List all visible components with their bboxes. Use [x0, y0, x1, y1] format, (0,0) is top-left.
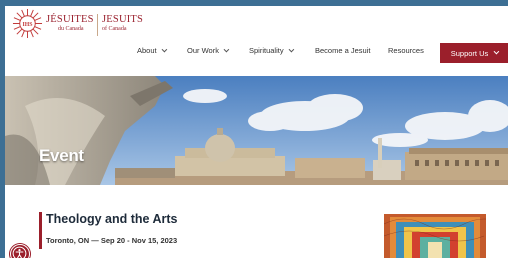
accessibility-icon	[12, 246, 27, 258]
chevron-down-icon	[223, 46, 230, 53]
chevron-down-icon	[493, 48, 500, 55]
main-nav: About Our Work Spirituality Become a Jes…	[5, 43, 508, 63]
nav-item-label: About	[137, 46, 157, 55]
hero-title: Event	[39, 146, 84, 165]
event-artwork-image	[384, 214, 486, 258]
chevron-down-icon	[161, 46, 167, 53]
page: IHS JÉSUITES du Canada JESUITS of Canada…	[5, 6, 508, 258]
event-location-date: Toronto, ON — Sep 20 - Nov 15, 2023	[46, 236, 178, 245]
nav-item-label: Our Work	[187, 46, 219, 55]
event-title: Theology and the Arts	[46, 212, 178, 226]
nav-item-spirituality[interactable]: Spirituality	[249, 46, 294, 55]
nav-item-about[interactable]: About	[137, 46, 167, 55]
hero-banner: Event	[5, 76, 508, 185]
nav-item-become-a-jesuit[interactable]: Become a Jesuit	[315, 46, 370, 55]
nav-item-resources[interactable]: Resources	[388, 46, 424, 55]
svg-text:IHS: IHS	[23, 22, 33, 28]
brand-divider	[97, 14, 98, 36]
accessibility-button[interactable]	[10, 244, 30, 258]
title-accent-bar	[39, 212, 42, 249]
support-us-button[interactable]: Support Us	[440, 43, 508, 63]
support-us-label: Support Us	[450, 48, 489, 58]
brand-name-en: JESUITS	[102, 14, 144, 25]
brand-name-fr: JÉSUITES	[46, 14, 94, 25]
site-logo[interactable]: IHS JÉSUITES du Canada JESUITS of Canada	[12, 8, 144, 40]
site-header: IHS JÉSUITES du Canada JESUITS of Canada…	[5, 6, 508, 76]
chevron-down-icon	[288, 46, 294, 53]
hero-image	[5, 76, 508, 185]
nav-item-our-work[interactable]: Our Work	[187, 46, 230, 55]
jesuit-emblem-icon: IHS	[12, 8, 43, 39]
brand-sub-en: of Canada	[102, 26, 127, 32]
event-content: Theology and the Arts Toronto, ON — Sep …	[5, 185, 508, 258]
nav-item-label: Spirituality	[249, 46, 284, 55]
brand-sub-fr: du Canada	[58, 26, 84, 32]
